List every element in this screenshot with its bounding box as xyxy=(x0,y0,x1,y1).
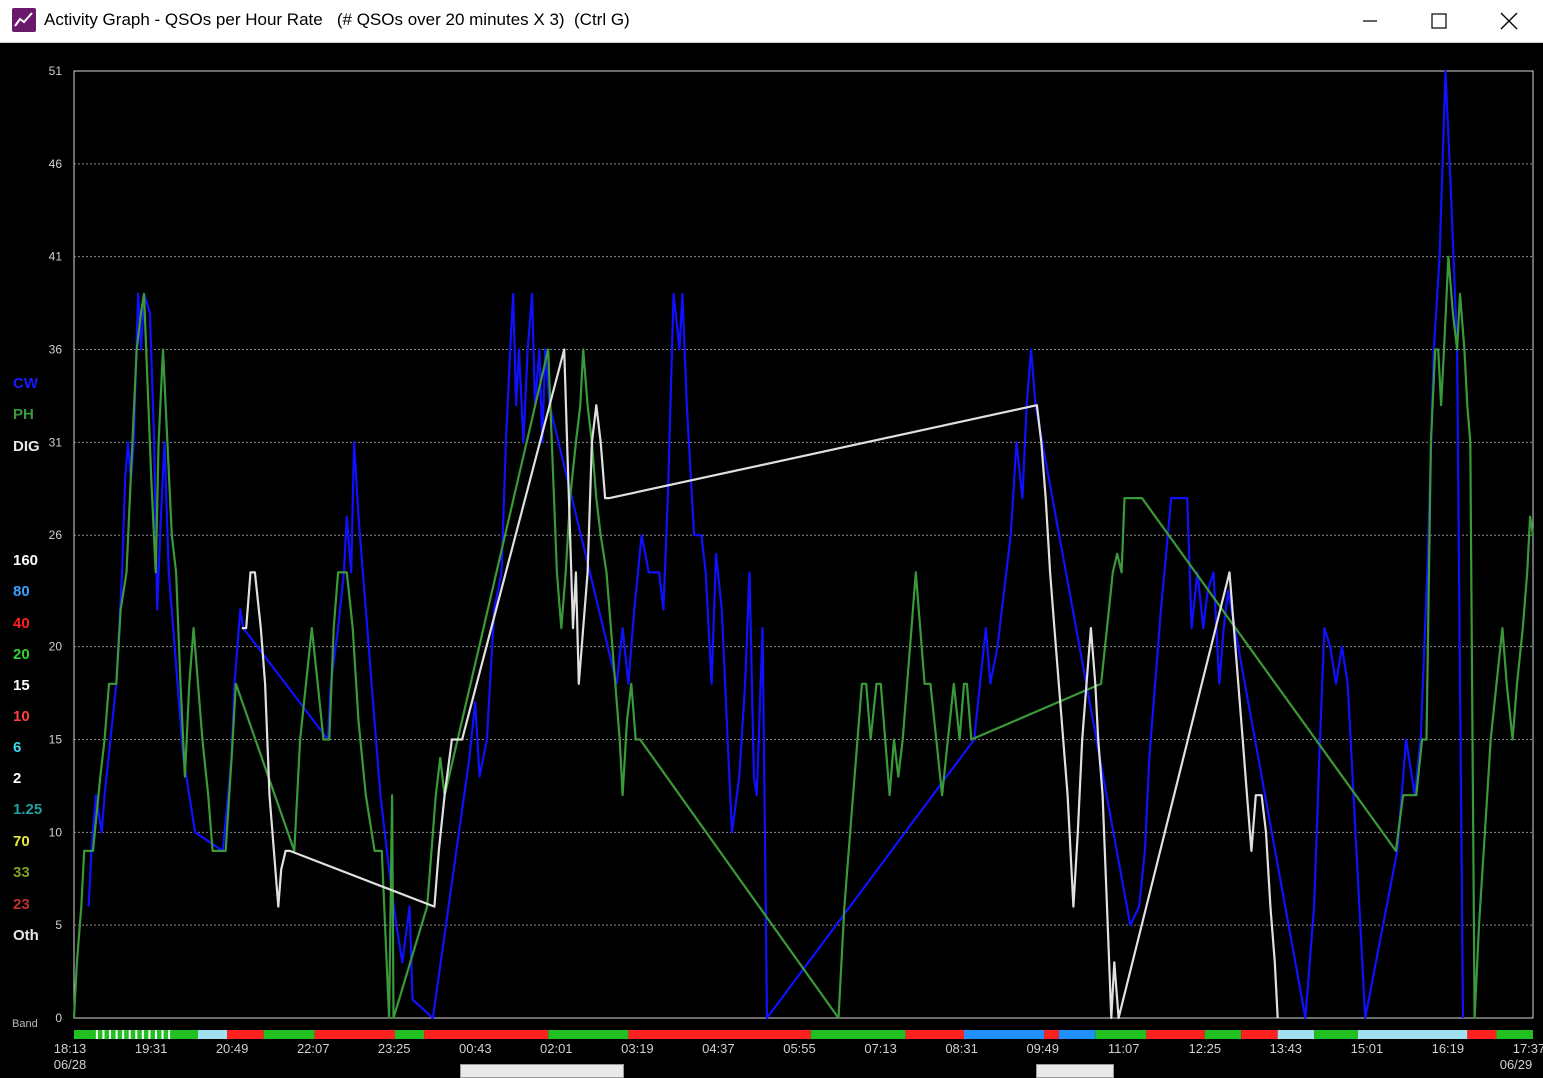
x-tick-label: 12:25 xyxy=(1189,1041,1222,1056)
x-tick-label: 02:01 xyxy=(540,1041,573,1056)
activity-chart: 0 5 10 15 20 26 31 36 41 46 51 Band 18:13 19:31 20:49 2… xyxy=(12,64,1543,1072)
x-tick-label: 13:43 xyxy=(1270,1041,1303,1056)
band-strip-tick xyxy=(109,1030,112,1039)
minimize-button[interactable] xyxy=(1336,0,1404,42)
band-strip-segment xyxy=(1204,1030,1242,1039)
band-strip-tick xyxy=(128,1030,131,1039)
start-date-label: 06/28 xyxy=(54,1057,87,1072)
y-tick-label: 5 xyxy=(55,918,62,932)
band-strip-segment xyxy=(548,1030,629,1039)
close-button[interactable] xyxy=(1475,0,1543,42)
band-strip-segment xyxy=(394,1030,425,1039)
y-tick-label: 26 xyxy=(49,528,63,542)
band-strip-segment xyxy=(1314,1030,1358,1039)
band-strip-tick xyxy=(161,1030,164,1039)
band-strip-segment xyxy=(314,1030,395,1039)
x-tick-label: 17:37 xyxy=(1513,1041,1543,1056)
band-strip-tick xyxy=(141,1030,144,1039)
x-tick-label: 20:49 xyxy=(216,1041,249,1056)
band-strip-segment xyxy=(263,1030,315,1039)
series-line-cw xyxy=(87,69,1465,1020)
band-strip-segment xyxy=(1241,1030,1278,1039)
y-tick-label: 51 xyxy=(49,64,63,78)
y-tick-label: 41 xyxy=(49,250,63,264)
x-tick-label: 18:13 xyxy=(54,1041,87,1056)
band-strip-tick xyxy=(135,1030,138,1039)
band-strip-segment xyxy=(1277,1030,1315,1039)
maximize-icon xyxy=(1431,13,1447,29)
band-strip-segment xyxy=(628,1030,811,1039)
band-strip-segment xyxy=(1467,1030,1497,1039)
x-tick-label: 03:19 xyxy=(621,1041,654,1056)
band-strip-segment xyxy=(424,1030,549,1039)
band-strip-segment xyxy=(1095,1030,1147,1039)
x-tick-label: 16:19 xyxy=(1432,1041,1465,1056)
x-tick-label: 05:55 xyxy=(783,1041,816,1056)
x-tick-label: 09:49 xyxy=(1026,1041,1059,1056)
maximize-button[interactable] xyxy=(1405,0,1473,42)
band-strip-segment xyxy=(227,1030,264,1039)
band-strip-segment xyxy=(1357,1030,1468,1039)
band-strip-segment xyxy=(905,1030,964,1039)
x-tick-label: 19:31 xyxy=(135,1041,168,1056)
band-strip-label: Band xyxy=(12,1018,38,1030)
band-strip-tick xyxy=(148,1030,151,1039)
band-strip-segment xyxy=(198,1030,228,1039)
x-tick-label: 07:13 xyxy=(864,1041,897,1056)
y-tick-label: 36 xyxy=(49,343,63,357)
title-bar[interactable]: Activity Graph - QSOs per Hour Rate (# Q… xyxy=(0,0,1543,43)
x-tick-label: 04:37 xyxy=(702,1041,735,1056)
band-strip-tick xyxy=(122,1030,125,1039)
band-strip-segment xyxy=(1058,1030,1096,1039)
band-strip-segment xyxy=(1146,1030,1205,1039)
band-strip-segment xyxy=(1496,1030,1533,1039)
y-tick-label: 31 xyxy=(49,435,63,449)
minimize-icon xyxy=(1363,20,1377,22)
x-tick-label: 11:07 xyxy=(1108,1041,1140,1056)
x-tick-label: 00:43 xyxy=(459,1041,492,1056)
y-tick-label: 0 xyxy=(55,1011,62,1025)
bottom-button-right[interactable] xyxy=(1036,1064,1114,1078)
band-strip-tick xyxy=(168,1030,171,1039)
y-tick-label: 20 xyxy=(49,640,63,654)
band-strip-tick xyxy=(95,1030,98,1039)
band-strip-segment xyxy=(963,1030,1045,1039)
band-strip-tick xyxy=(102,1030,105,1039)
y-tick-label: 46 xyxy=(49,157,63,171)
end-date-label: 06/29 xyxy=(1500,1057,1533,1072)
band-strip-segment xyxy=(1044,1030,1059,1039)
close-icon xyxy=(1500,12,1518,30)
bottom-button-left[interactable] xyxy=(460,1064,624,1078)
band-strip-tick xyxy=(115,1030,118,1039)
band-strip-segment xyxy=(810,1030,906,1039)
x-tick-label: 08:31 xyxy=(945,1041,978,1056)
x-tick-label: 22:07 xyxy=(297,1041,330,1056)
y-tick-label: 15 xyxy=(49,732,63,746)
band-strip-tick xyxy=(154,1030,157,1039)
graph-app-icon xyxy=(12,8,36,32)
x-tick-label: 15:01 xyxy=(1351,1041,1384,1056)
y-tick-label: 10 xyxy=(49,825,63,839)
window-title: Activity Graph - QSOs per Hour Rate (# Q… xyxy=(44,10,630,29)
x-tick-label: 23:25 xyxy=(378,1041,411,1056)
